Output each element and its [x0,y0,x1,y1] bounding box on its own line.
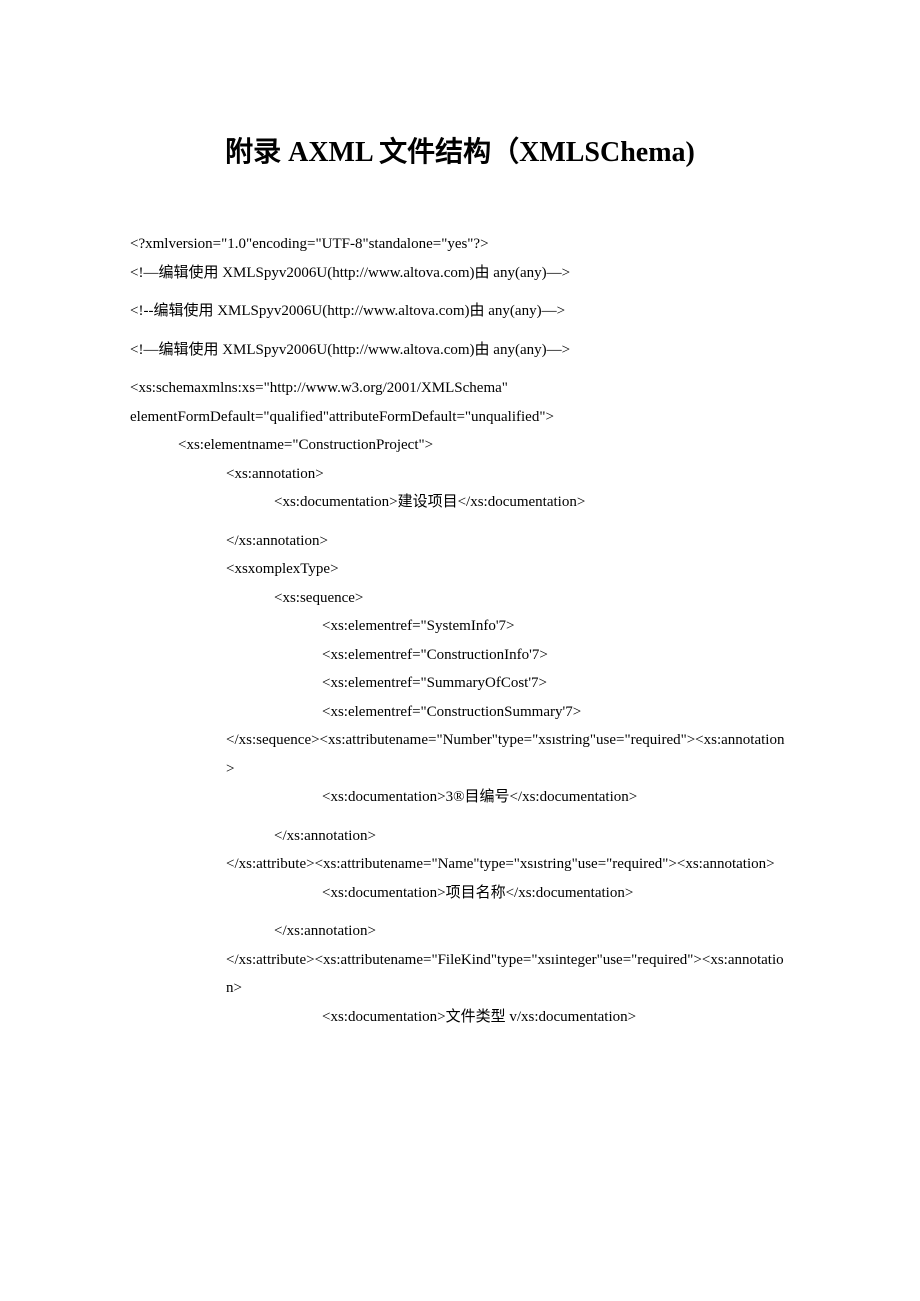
code-line: <xs:elementref="SummaryOfCost'7> [130,669,790,698]
code-line: </xs:attribute><xs:attributename="Name"t… [130,850,790,879]
document-page: 附录 AXML 文件结构（XMLSChema) <?xmlversion="1.… [0,0,920,1301]
code-line: <xs:documentation>文件类型 v/xs:documentatio… [130,1003,790,1032]
blank-line [130,812,790,822]
code-line: <xs:schemaxmlns:xs="http://www.w3.org/20… [130,374,790,403]
code-line: </xs:attribute><xs:attributename="FileKi… [130,946,790,1003]
code-line: <xs:documentation>3®目编号</xs:documentatio… [130,783,790,812]
code-line: <xsxomplexType> [130,555,790,584]
code-line: </xs:annotation> [130,822,790,851]
code-line: <?xmlversion="1.0"encoding="UTF-8"standa… [130,230,790,259]
code-line: </xs:sequence><xs:attributename="Number"… [130,726,790,783]
code-line: </xs:annotation> [130,917,790,946]
code-line: <xs:elementref="ConstructionSummary'7> [130,698,790,727]
code-line: <xs:documentation>项目名称</xs:documentation… [130,879,790,908]
code-line: <xs:sequence> [130,584,790,613]
document-title: 附录 AXML 文件结构（XMLSChema) [130,130,790,170]
code-line: <!—编辑使用 XMLSpyv2006U(http://www.altova.c… [130,259,790,288]
blank-line [130,364,790,374]
code-line: <xs:elementref="SystemInfo'7> [130,612,790,641]
code-line: <xs:documentation>建设项目</xs:documentation… [130,488,790,517]
code-line: <!—编辑使用 XMLSpyv2006U(http://www.altova.c… [130,336,790,365]
blank-line [130,517,790,527]
code-line: <!--编辑使用 XMLSpyv2006U(http://www.altova.… [130,297,790,326]
blank-line [130,907,790,917]
code-line: elementFormDefault="qualified"attributeF… [130,403,790,432]
blank-line [130,287,790,297]
code-line: <xs:elementname="ConstructionProject"> [130,431,790,460]
blank-line [130,326,790,336]
code-line: <xs:elementref="ConstructionInfo'7> [130,641,790,670]
code-line: </xs:annotation> [130,527,790,556]
code-line: <xs:annotation> [130,460,790,489]
